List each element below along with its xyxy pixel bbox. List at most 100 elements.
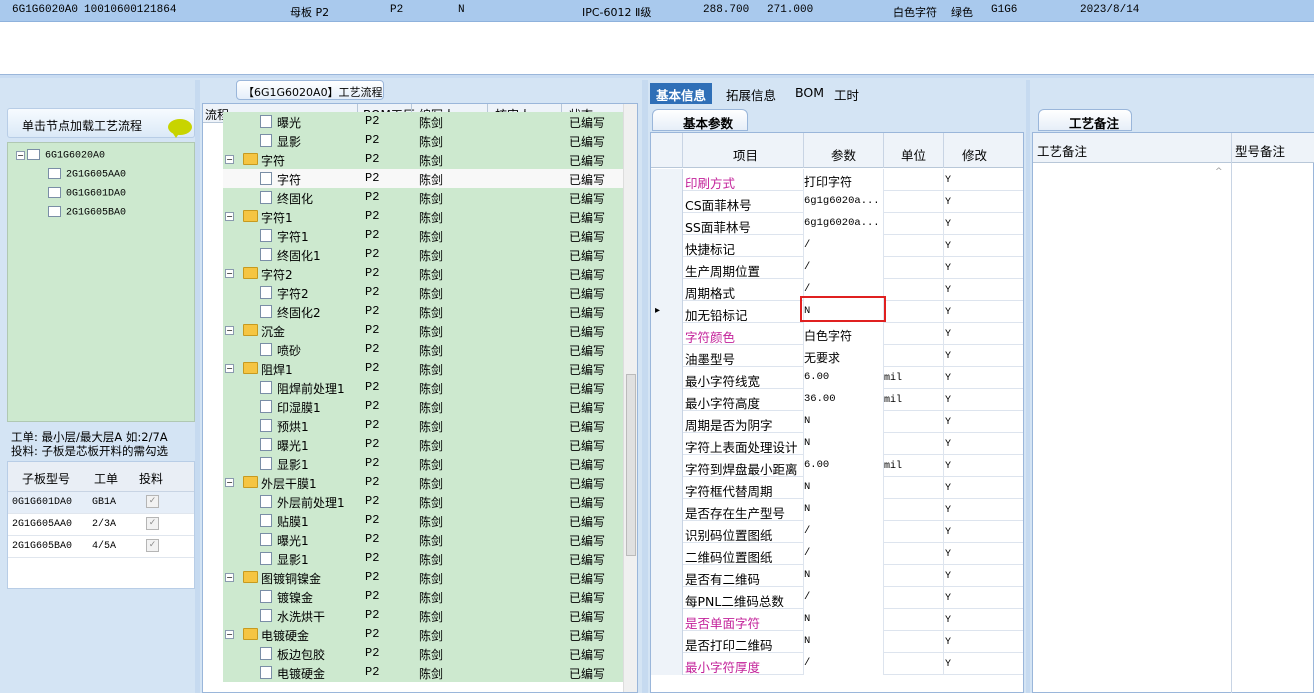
row-selector[interactable]: [651, 565, 683, 587]
row-selector[interactable]: [651, 213, 683, 235]
param-cell[interactable]: [803, 609, 883, 631]
param-row[interactable]: 最小字符线宽 6.00 mil Y: [651, 367, 1023, 389]
param-cell[interactable]: [803, 257, 883, 279]
collapse-icon[interactable]: −: [225, 573, 234, 582]
param-cell[interactable]: [803, 411, 883, 433]
table-row[interactable]: 电镀硬金 P2 陈剑 已编写: [203, 663, 623, 682]
param-row[interactable]: CS面菲林号 6g1g6020a... Y: [651, 191, 1023, 213]
param-row[interactable]: 识别码位置图纸 / Y: [651, 521, 1023, 543]
tab-basic-params[interactable]: 基本参数: [652, 109, 748, 131]
feed-checkbox[interactable]: ✓: [146, 495, 159, 508]
param-cell[interactable]: [803, 631, 883, 653]
table-row[interactable]: 印湿膜1 P2 陈剑 已编写: [203, 397, 623, 416]
load-process-button[interactable]: 单击节点加载工艺流程: [7, 108, 195, 138]
tree-node-child[interactable]: 2G1G605BA0: [48, 206, 126, 219]
row-selector[interactable]: [651, 345, 683, 367]
scrollbar-thumb[interactable]: [626, 374, 636, 556]
table-row[interactable]: − 阻焊1 P2 陈剑 已编写: [203, 359, 623, 378]
feed-checkbox[interactable]: ✓: [146, 517, 159, 530]
table-row[interactable]: − 沉金 P2 陈剑 已编写: [203, 321, 623, 340]
param-cell[interactable]: [803, 477, 883, 499]
table-row[interactable]: 终固化1 P2 陈剑 已编写: [203, 245, 623, 264]
table-row[interactable]: 字符1 P2 陈剑 已编写: [203, 226, 623, 245]
collapse-icon[interactable]: −: [225, 478, 234, 487]
param-cell[interactable]: [803, 499, 883, 521]
row-selector[interactable]: [651, 257, 683, 279]
param-row[interactable]: 是否单面字符 N Y: [651, 609, 1023, 631]
param-row[interactable]: 是否存在生产型号 N Y: [651, 499, 1023, 521]
table-row[interactable]: 曝光1 P2 陈剑 已编写: [203, 435, 623, 454]
param-cell[interactable]: [803, 521, 883, 543]
row-selector[interactable]: [651, 521, 683, 543]
table-row[interactable]: 外层前处理1 P2 陈剑 已编写: [203, 492, 623, 511]
table-row[interactable]: 喷砂 P2 陈剑 已编写: [203, 340, 623, 359]
collapse-icon[interactable]: −: [225, 269, 234, 278]
table-row[interactable]: 镀镍金 P2 陈剑 已编写: [203, 587, 623, 606]
param-row[interactable]: 生产周期位置 / Y: [651, 257, 1023, 279]
collapse-icon[interactable]: −: [225, 630, 234, 639]
table-row[interactable]: 板边包胶 P2 陈剑 已编写: [203, 644, 623, 663]
collapse-icon[interactable]: −: [225, 212, 234, 221]
tab-process-remark[interactable]: 工艺备注: [1038, 109, 1132, 131]
row-selector[interactable]: [651, 323, 683, 345]
table-row[interactable]: − 电镀硬金 P2 陈剑 已编写: [203, 625, 623, 644]
param-row[interactable]: 最小字符厚度 / Y: [651, 653, 1023, 675]
table-row[interactable]: 预烘1 P2 陈剑 已编写: [203, 416, 623, 435]
collapse-icon[interactable]: −: [225, 364, 234, 373]
param-cell[interactable]: [803, 543, 883, 565]
param-row[interactable]: 周期是否为阴字 N Y: [651, 411, 1023, 433]
tree-node-root[interactable]: −6G1G6020A0: [16, 149, 105, 162]
row-selector[interactable]: [651, 499, 683, 521]
table-row[interactable]: 字符 P2 陈剑 已编写: [203, 169, 623, 188]
row-selector[interactable]: [651, 587, 683, 609]
param-row[interactable]: 字符颜色 白色字符 Y: [651, 323, 1023, 345]
param-row[interactable]: 印刷方式 打印字符 Y: [651, 169, 1023, 191]
table-row[interactable]: − 图镀铜镍金 P2 陈剑 已编写: [203, 568, 623, 587]
column-divider[interactable]: [1231, 133, 1232, 163]
table-row[interactable]: − 字符1 P2 陈剑 已编写: [203, 207, 623, 226]
param-cell[interactable]: [803, 433, 883, 455]
table-row[interactable]: − 外层干膜1 P2 陈剑 已编写: [203, 473, 623, 492]
table-row[interactable]: 终固化 P2 陈剑 已编写: [203, 188, 623, 207]
tab-extended-info[interactable]: 拓展信息: [720, 83, 782, 104]
selected-record-row[interactable]: 6G1G6020A0 10010600121864 母板 P2 P2 N IPC…: [0, 0, 1314, 22]
column-divider[interactable]: [883, 133, 884, 168]
tree-node-child[interactable]: 2G1G605AA0: [48, 168, 126, 181]
table-row[interactable]: 终固化2 P2 陈剑 已编写: [203, 302, 623, 321]
row-selector[interactable]: [651, 279, 683, 301]
row-selector[interactable]: [651, 411, 683, 433]
row-selector[interactable]: [651, 477, 683, 499]
table-row[interactable]: − 字符 P2 陈剑 已编写: [203, 150, 623, 169]
column-divider[interactable]: [803, 133, 804, 168]
table-row[interactable]: 字符2 P2 陈剑 已编写: [203, 283, 623, 302]
vertical-scrollbar[interactable]: [623, 104, 637, 692]
param-row[interactable]: SS面菲林号 6g1g6020a... Y: [651, 213, 1023, 235]
row-selector[interactable]: [651, 609, 683, 631]
param-row[interactable]: 是否有二维码 N Y: [651, 565, 1023, 587]
param-cell[interactable]: [803, 565, 883, 587]
table-row[interactable]: 0G1G601DA0 GB1A ✓: [8, 492, 194, 514]
row-selector[interactable]: [651, 169, 683, 191]
param-row[interactable]: 快捷标记 / Y: [651, 235, 1023, 257]
collapse-icon[interactable]: −: [225, 326, 234, 335]
param-cell[interactable]: [803, 587, 883, 609]
table-row[interactable]: 水洗烘干 P2 陈剑 已编写: [203, 606, 623, 625]
param-row[interactable]: 每PNL二维码总数 / Y: [651, 587, 1023, 609]
horizontal-splitter[interactable]: [0, 74, 1314, 78]
tab-basic-info[interactable]: 基本信息: [650, 83, 713, 104]
row-selector[interactable]: [651, 543, 683, 565]
row-selector[interactable]: [651, 433, 683, 455]
row-selector[interactable]: [651, 235, 683, 257]
row-selector[interactable]: [651, 389, 683, 411]
table-row[interactable]: 曝光1 P2 陈剑 已编写: [203, 530, 623, 549]
collapse-icon[interactable]: −: [16, 150, 25, 160]
table-row[interactable]: 曝光 P2 陈剑 已编写: [203, 112, 623, 131]
param-cell[interactable]: [803, 235, 883, 257]
table-row[interactable]: 显影 P2 陈剑 已编写: [203, 131, 623, 150]
table-row[interactable]: 阻焊前处理1 P2 陈剑 已编写: [203, 378, 623, 397]
param-row[interactable]: 油墨型号 无要求 Y: [651, 345, 1023, 367]
collapse-icon[interactable]: −: [225, 155, 234, 164]
table-row[interactable]: 显影1 P2 陈剑 已编写: [203, 549, 623, 568]
row-selector[interactable]: [651, 367, 683, 389]
param-row[interactable]: 二维码位置图纸 / Y: [651, 543, 1023, 565]
